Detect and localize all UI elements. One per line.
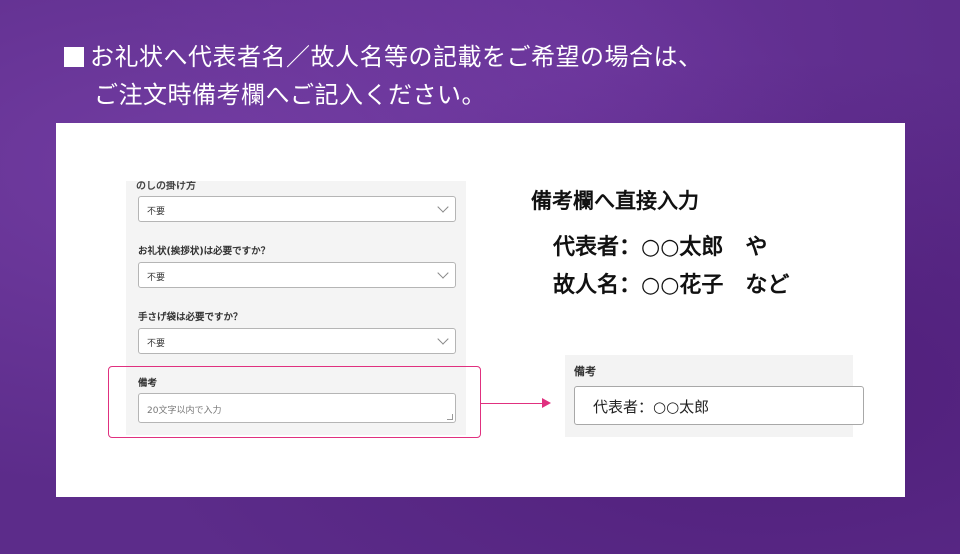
chevron-down-icon xyxy=(437,267,449,279)
thankyou-letter-select-value: 不要 xyxy=(147,273,166,283)
shopping-bag-select[interactable]: 不要 xyxy=(138,328,456,354)
instructions-line1: 代表者：○○太郎 や xyxy=(553,234,768,260)
shopping-bag-select-value: 不要 xyxy=(147,339,166,349)
thankyou-letter-select[interactable]: 不要 xyxy=(138,262,456,288)
zoom-remarks-value: 代表者：○○太郎 xyxy=(593,398,710,416)
noshi-select[interactable]: 不要 xyxy=(138,196,456,222)
instructions-line2: 故人名：○○花子 など xyxy=(553,272,790,298)
example-panel: のしの掛け方 不要 お礼状(挨拶状)は必要ですか？ 不要 手さげ袋は必要ですか？… xyxy=(56,123,905,497)
headline-line1: お礼状へ代表者名／故人名等の記載をご希望の場合は、 xyxy=(90,43,703,71)
remarks-highlight-box xyxy=(108,366,481,438)
headline: お礼状へ代表者名／故人名等の記載をご希望の場合は、 ご注文時備考欄へご記入くださ… xyxy=(64,38,703,114)
headline-line2: ご注文時備考欄へご記入ください。 xyxy=(94,81,486,109)
zoom-remarks-input[interactable]: 代表者：○○太郎 xyxy=(574,386,864,425)
thankyou-letter-label: お礼状(挨拶状)は必要ですか？ xyxy=(138,246,271,257)
zoom-remarks-label: 備考 xyxy=(574,365,596,378)
shopping-bag-label: 手さげ袋は必要ですか？ xyxy=(138,312,243,323)
chevron-down-icon xyxy=(437,201,449,213)
instructions-title: 備考欄へ直接入力 xyxy=(531,188,699,213)
chevron-down-icon xyxy=(437,333,449,345)
square-bullet-icon xyxy=(64,47,84,67)
arrow-line xyxy=(481,403,543,404)
remarks-zoom: 備考 代表者：○○太郎 xyxy=(565,355,864,437)
noshi-label: のしの掛け方 xyxy=(136,181,196,192)
arrow-right-icon xyxy=(542,398,551,408)
noshi-select-value: 不要 xyxy=(147,207,166,217)
